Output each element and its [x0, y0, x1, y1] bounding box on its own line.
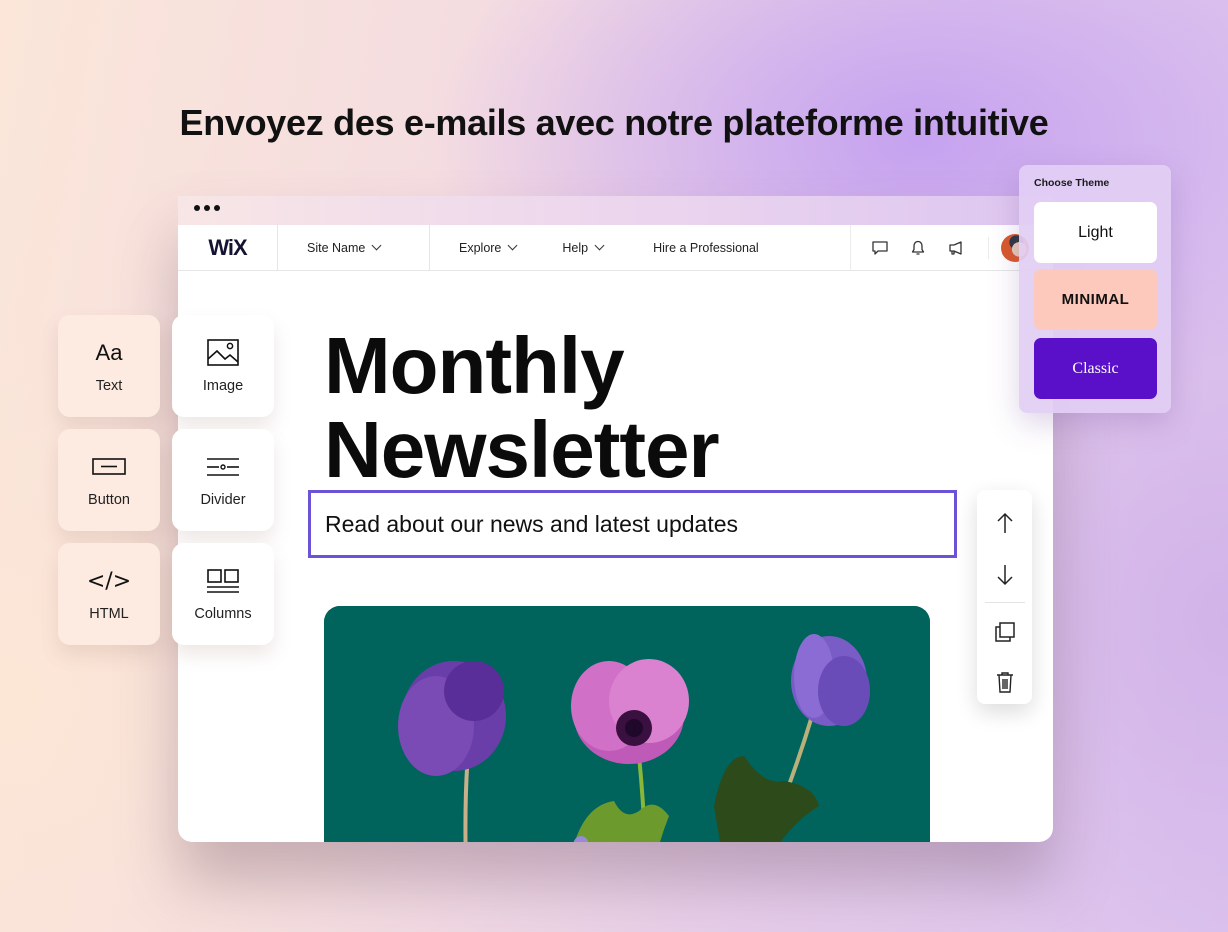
window-titlebar: [178, 196, 1053, 225]
title-line-2: Newsletter: [324, 405, 720, 494]
tile-label: HTML: [89, 606, 129, 622]
nav-help[interactable]: Help: [562, 240, 605, 255]
button-icon: [92, 452, 126, 482]
divider: [988, 237, 989, 259]
theme-option-light[interactable]: Light: [1034, 202, 1157, 263]
tile-label: Button: [88, 492, 130, 508]
image-icon: [207, 338, 239, 368]
add-html-element[interactable]: </> HTML: [58, 543, 160, 645]
duplicate-icon: [994, 622, 1015, 642]
move-up-button[interactable]: [985, 504, 1025, 542]
nav-hire-label: Hire a Professional: [653, 240, 759, 255]
theme-panel-title: Choose Theme: [1034, 177, 1110, 189]
subtitle-text-block-selected[interactable]: Read about our news and latest updates: [308, 490, 957, 558]
editor-window: WiX Site Name Explore Help Hire a Profes…: [178, 196, 1053, 842]
nav-explore[interactable]: Explore: [459, 240, 518, 255]
logo-cell: WiX: [178, 225, 278, 270]
site-name-label: Site Name: [307, 240, 366, 255]
add-divider-element[interactable]: Divider: [172, 429, 274, 531]
megaphone-icon[interactable]: [947, 239, 965, 257]
add-button-element[interactable]: Button: [58, 429, 160, 531]
window-menu-dots[interactable]: [194, 205, 220, 211]
chevron-down-icon: [507, 240, 518, 251]
divider-icon: [206, 452, 240, 482]
choose-theme-panel: Choose Theme Light MINIMAL Classic: [1019, 165, 1171, 413]
add-text-element[interactable]: Aa Text: [58, 315, 160, 417]
arrow-up-icon: [996, 512, 1013, 533]
move-down-button[interactable]: [985, 556, 1025, 594]
chevron-down-icon: [371, 240, 382, 251]
arrow-down-icon: [996, 565, 1013, 586]
wix-logo[interactable]: WiX: [208, 235, 247, 261]
theme-option-minimal[interactable]: MINIMAL: [1034, 269, 1157, 330]
chevron-down-icon: [594, 240, 605, 251]
subtitle-text: Read about our news and latest updates: [325, 510, 739, 537]
tile-label: Divider: [200, 492, 246, 508]
text-icon: Aa: [95, 340, 123, 365]
code-icon: </>: [86, 568, 132, 594]
tile-label: Text: [95, 378, 123, 394]
page-headline: Envoyez des e-mails avec notre plateform…: [179, 102, 1049, 143]
nav-hire-professional[interactable]: Hire a Professional: [653, 241, 759, 255]
hero-flower-image[interactable]: [324, 606, 930, 842]
tile-label: Columns: [194, 606, 252, 622]
chat-icon[interactable]: [871, 239, 889, 257]
editor-top-bar: WiX Site Name Explore Help Hire a Profes…: [178, 225, 1053, 271]
nav-explore-label: Explore: [459, 240, 502, 255]
add-columns-element[interactable]: Columns: [172, 543, 274, 645]
duplicate-button[interactable]: [985, 613, 1025, 651]
columns-icon: [206, 566, 240, 596]
add-image-element[interactable]: Image: [172, 315, 274, 417]
title-line-1: Monthly: [324, 321, 625, 410]
theme-option-classic[interactable]: Classic: [1034, 338, 1157, 399]
site-name-dropdown[interactable]: Site Name: [278, 225, 430, 270]
delete-button[interactable]: [985, 663, 1025, 701]
flowers-illustration: [324, 606, 930, 842]
bell-icon[interactable]: [909, 239, 927, 257]
trash-icon: [996, 672, 1013, 693]
newsletter-title[interactable]: Monthly Newsletter: [324, 321, 720, 494]
topbar-icons: [850, 225, 965, 270]
toolbar-divider: [984, 602, 1025, 603]
nav-help-label: Help: [562, 240, 589, 255]
tile-label: Image: [202, 378, 244, 394]
block-toolbar: [977, 490, 1032, 704]
